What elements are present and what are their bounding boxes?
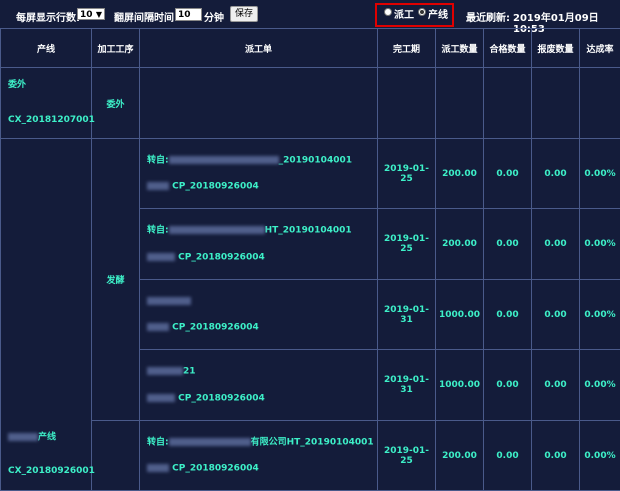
last-refresh-label: 最近刷新: [466, 9, 510, 24]
table-row: 转自:有限公司HT_20190104001 CP_20180926004 201… [1, 421, 620, 491]
dispatch-qty-cell: 200.00 [436, 209, 484, 280]
line-cell: 委外 CX_20181207001 [1, 68, 92, 139]
qualified-qty-cell: 0.00 [484, 209, 532, 280]
page-interval-label: 翻屏间隔时间: [114, 9, 178, 24]
scrap-qty-cell: 0.00 [532, 280, 580, 350]
rows-per-screen-label: 每屏显示行数: [16, 9, 80, 24]
scrap-qty-cell: 0.00 [532, 139, 580, 209]
rate-cell: 0.00% [580, 139, 620, 209]
dispatch-qty-cell: 200.00 [436, 139, 484, 209]
due-date-cell: 2019-01-25 [378, 139, 436, 209]
scrap-qty-cell: 0.00 [532, 421, 580, 491]
toolbar: 每屏显示行数: 10 ▼ 翻屏间隔时间: 10 分钟 保存 派工 产线 最近刷新… [0, 0, 620, 28]
col-header-rate: 达成率 [580, 29, 620, 68]
line-name: 产线 [8, 433, 91, 443]
process-cell: 委外 [92, 68, 140, 139]
col-header-dispatch-qty: 派工数量 [436, 29, 484, 68]
col-header-line: 产线 [1, 29, 92, 68]
due-date-cell: 2019-01-31 [378, 350, 436, 421]
dispatch-qty-cell: 200.00 [436, 421, 484, 491]
radio-dispatch-label: 派工 [394, 6, 414, 21]
table-row: 产线 CX_20180926001 发酵 转自:_20190104001 CP_… [1, 139, 620, 209]
qualified-qty-cell: 0.00 [484, 350, 532, 421]
col-header-order: 派工单 [140, 29, 378, 68]
order-cell[interactable]: 转自:_20190104001 CP_20180926004 [140, 139, 378, 209]
table-row: 委外 CX_20181207001 委外 [1, 68, 620, 139]
order-cell[interactable]: CP_20180926004 [140, 280, 378, 350]
qualified-qty-cell: 0.00 [484, 280, 532, 350]
line-code: CX_20180926001 [8, 467, 91, 476]
qualified-qty-cell: 0.00 [484, 139, 532, 209]
dispatch-qty-cell: 1000.00 [436, 350, 484, 421]
order-cell[interactable]: 转自:HT_20190104001 CP_20180926004 [140, 209, 378, 280]
col-header-scrap-qty: 报废数量 [532, 29, 580, 68]
qualified-qty-cell: 0.00 [484, 421, 532, 491]
col-header-due-date: 完工期 [378, 29, 436, 68]
radio-dispatch[interactable] [384, 8, 392, 16]
line-name: 委外 [8, 81, 91, 90]
radio-line-label: 产线 [428, 6, 448, 21]
process-cell [92, 421, 140, 491]
col-header-qualified-qty: 合格数量 [484, 29, 532, 68]
rows-per-screen-value: 10 [80, 10, 93, 20]
due-date-cell: 2019-01-31 [378, 280, 436, 350]
scrap-qty-cell: 0.00 [532, 209, 580, 280]
radio-line[interactable] [418, 8, 426, 16]
dispatch-table: 产线 加工工序 派工单 完工期 派工数量 合格数量 报废数量 达成率 委外 CX… [0, 28, 620, 491]
col-header-process: 加工工序 [92, 29, 140, 68]
rows-per-screen-select[interactable]: 10 ▼ [77, 8, 105, 20]
save-button[interactable]: 保存 [230, 6, 258, 22]
rate-cell: 0.00% [580, 280, 620, 350]
rate-cell: 0.00% [580, 209, 620, 280]
due-date-cell: 2019-01-25 [378, 421, 436, 491]
scrap-qty-cell: 0.00 [532, 350, 580, 421]
rate-cell: 0.00% [580, 350, 620, 421]
page-interval-unit: 分钟 [204, 9, 224, 24]
page-interval-value: 10 [178, 10, 191, 20]
order-cell[interactable]: 21 CP_20180926004 [140, 350, 378, 421]
chevron-down-icon: ▼ [96, 9, 102, 21]
dispatch-qty-cell: 1000.00 [436, 280, 484, 350]
table-header-row: 产线 加工工序 派工单 完工期 派工数量 合格数量 报废数量 达成率 [1, 29, 620, 68]
order-cell[interactable]: 转自:有限公司HT_20190104001 CP_20180926004 [140, 421, 378, 491]
line-code: CX_20181207001 [8, 116, 91, 125]
page-interval-input[interactable]: 10 [175, 8, 202, 21]
rate-cell: 0.00% [580, 421, 620, 491]
due-date-cell: 2019-01-25 [378, 209, 436, 280]
line-cell: 产线 CX_20180926001 [1, 139, 92, 491]
empty-order-cell [140, 68, 378, 139]
process-cell: 发酵 [92, 139, 140, 421]
